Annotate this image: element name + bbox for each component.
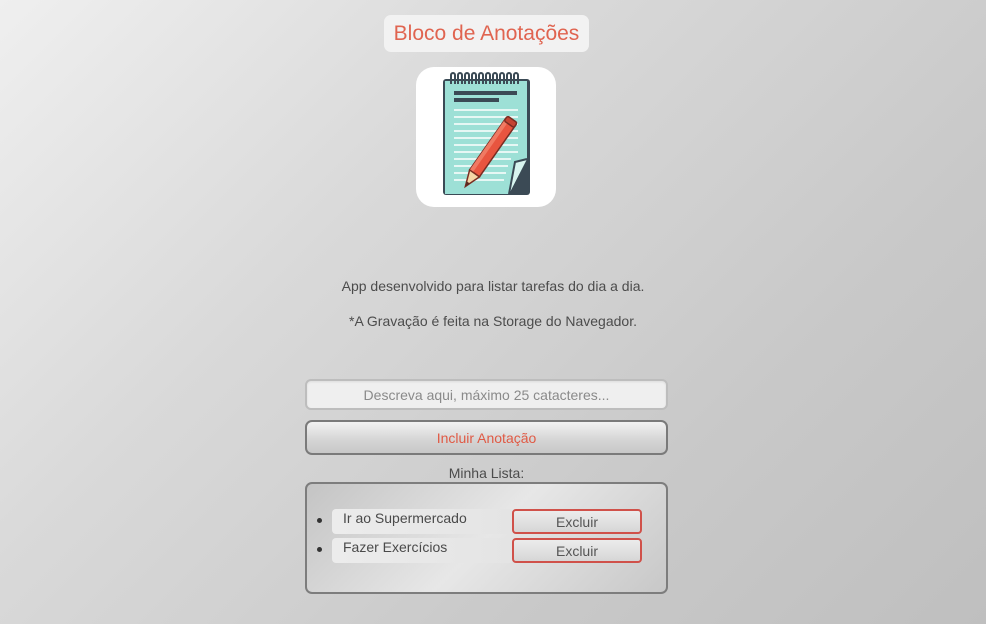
app-title-box: Bloco de Anotações [384,15,589,52]
add-note-button[interactable]: Incluir Anotação [305,420,668,455]
delete-button-label: Excluir [555,542,598,559]
description-line-2: *A Gravação é feita na Storage do Navega… [349,313,637,329]
notepad-pencil-icon [443,72,530,195]
bullet-icon [317,518,322,523]
list-item-text: Ir ao Supermercado [343,510,467,526]
delete-button-label: Excluir [555,513,598,530]
list-item: Ir ao Supermercado Excluir [307,509,666,535]
list-item-text-box: Ir ao Supermercado [332,509,513,534]
bullet-icon [317,547,322,552]
delete-button[interactable]: Excluir [512,509,642,534]
add-note-label: Incluir Anotação [436,429,537,446]
description-line-1: App desenvolvido para listar tarefas do … [341,278,645,294]
app-title: Bloco de Anotações [393,21,580,45]
list-item: Fazer Exercícios Excluir [307,538,666,564]
note-input[interactable] [305,379,668,410]
list-title: Minha Lista: [448,465,525,481]
list-item-text: Fazer Exercícios [343,539,448,555]
delete-button[interactable]: Excluir [512,538,642,563]
logo-card [416,67,556,207]
list-item-text-box: Fazer Exercícios [332,538,513,563]
notes-list: Ir ao Supermercado Excluir Fazer Exercíc… [305,482,668,594]
